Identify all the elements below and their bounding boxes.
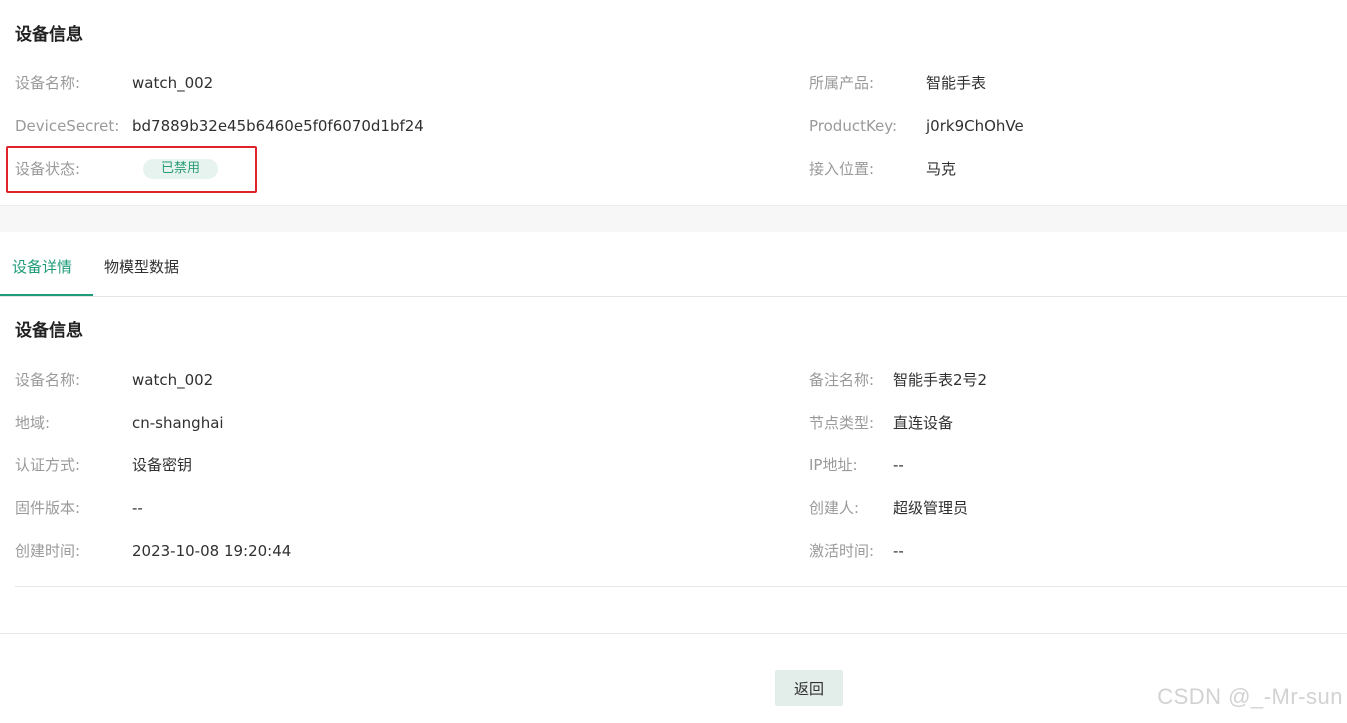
device-summary-section: 设备信息 设备名称: watch_002 所属产品: 智能手表 DeviceSe… [0, 0, 1347, 206]
tab-thing-model-data[interactable]: 物模型数据 [104, 232, 204, 296]
field-label: 创建人: [809, 499, 860, 517]
field-label: ProductKey: [809, 117, 898, 135]
field-label: 接入位置: [809, 160, 875, 178]
field-value: -- [893, 456, 904, 474]
detail-device-name: 设备名称: watch_002 [15, 369, 715, 391]
field-value: -- [893, 542, 904, 560]
detail-created-time: 创建时间: 2023-10-08 19:20:44 [15, 540, 715, 562]
field-label: 认证方式: [15, 456, 81, 474]
field-label: 备注名称: [809, 371, 875, 389]
csdn-watermark: CSDN @_-Mr-sun [1157, 684, 1343, 709]
status-highlight-box [6, 146, 257, 193]
details-title: 设备信息 [15, 321, 83, 341]
field-label: 设备名称: [15, 371, 81, 389]
details-divider [15, 586, 1347, 587]
field-label: DeviceSecret: [15, 117, 120, 135]
summary-access-location: 接入位置: 马克 [809, 158, 1309, 180]
summary-title: 设备信息 [15, 25, 83, 45]
field-value: watch_002 [132, 74, 214, 92]
detail-auth-method: 认证方式: 设备密钥 [15, 454, 715, 476]
field-value: 超级管理员 [893, 499, 969, 517]
field-value: -- [132, 499, 143, 517]
field-label: 设备名称: [15, 74, 81, 92]
field-value: cn-shanghai [132, 414, 224, 432]
footer-divider [0, 633, 1347, 634]
summary-product: 所属产品: 智能手表 [809, 72, 1309, 94]
detail-remark-name: 备注名称: 智能手表2号2 [809, 369, 1309, 391]
field-value: 设备密钥 [132, 456, 193, 474]
section-gap [0, 206, 1347, 232]
tab-device-details[interactable]: 设备详情 [0, 232, 93, 296]
field-value: 马克 [926, 160, 957, 178]
field-value: 2023-10-08 19:20:44 [132, 542, 292, 560]
detail-activated-time: 激活时间: -- [809, 540, 1309, 562]
detail-ip-address: IP地址: -- [809, 454, 1309, 476]
field-value: 直连设备 [893, 414, 954, 432]
field-label: 固件版本: [15, 499, 81, 517]
field-value: watch_002 [132, 371, 214, 389]
detail-firmware-version: 固件版本: -- [15, 497, 715, 519]
detail-creator: 创建人: 超级管理员 [809, 497, 1309, 519]
field-label: 激活时间: [809, 542, 875, 560]
back-button[interactable]: 返回 [775, 670, 843, 706]
detail-tabs: 设备详情 物模型数据 [0, 232, 1347, 297]
field-value: 智能手表2号2 [893, 371, 988, 389]
field-label: 所属产品: [809, 74, 875, 92]
field-label: 创建时间: [15, 542, 81, 560]
field-label: 地域: [15, 414, 51, 432]
field-value: bd7889b32e45b6460e5f0f6070d1bf24 [132, 117, 424, 135]
detail-node-type: 节点类型: 直连设备 [809, 412, 1309, 434]
summary-device-secret: DeviceSecret: bd7889b32e45b6460e5f0f6070… [15, 115, 715, 137]
summary-device-name: 设备名称: watch_002 [15, 72, 715, 94]
summary-product-key: ProductKey: j0rk9ChOhVe [809, 115, 1309, 137]
detail-region: 地域: cn-shanghai [15, 412, 715, 434]
field-value: j0rk9ChOhVe [926, 117, 1024, 135]
field-value: 智能手表 [926, 74, 987, 92]
field-label: 节点类型: [809, 414, 875, 432]
field-label: IP地址: [809, 456, 858, 474]
